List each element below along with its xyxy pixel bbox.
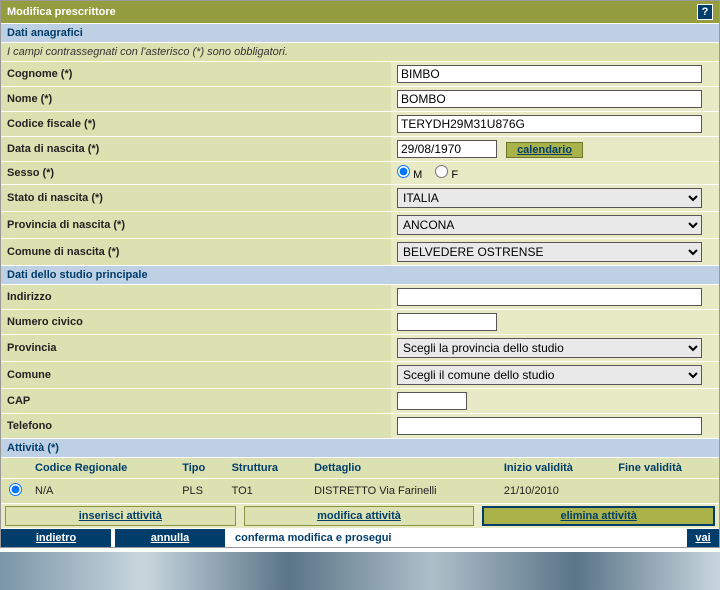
input-cognome[interactable]	[397, 65, 702, 83]
elimina-attivita-button[interactable]: elimina attività	[482, 506, 715, 526]
required-note: I campi contrassegnati con l'asterisco (…	[1, 42, 719, 61]
activity-table: Codice Regionale Tipo Struttura Dettagli…	[1, 457, 719, 503]
section-anagrafica: Dati anagrafici	[1, 23, 719, 42]
input-cap[interactable]	[397, 392, 467, 410]
modifica-attivita-button[interactable]: modifica attività	[244, 506, 475, 526]
input-nome[interactable]	[397, 90, 702, 108]
col-struttura: Struttura	[226, 458, 308, 479]
label-sesso: Sesso (*)	[1, 162, 391, 185]
select-comune[interactable]: BELVEDERE OSTRENSE	[397, 242, 702, 262]
col-dettaglio: Dettaglio	[308, 458, 498, 479]
radio-sesso-f[interactable]	[435, 165, 448, 178]
label-telefono: Telefono	[1, 414, 391, 439]
label-cf: Codice fiscale (*)	[1, 112, 391, 137]
confirm-text: conferma modifica e prosegui	[229, 529, 687, 547]
input-nascita[interactable]	[397, 140, 497, 158]
radio-sesso-m[interactable]	[397, 165, 410, 178]
select-provincia[interactable]: ANCONA	[397, 215, 702, 235]
input-cf[interactable]	[397, 115, 702, 133]
annulla-button[interactable]: annulla	[115, 529, 225, 547]
label-comune: Comune di nascita (*)	[1, 239, 391, 266]
select-comune-studio[interactable]: Scegli il comune dello studio	[397, 365, 702, 385]
label-sesso-f: F	[451, 169, 458, 181]
select-stato[interactable]: ITALIA	[397, 188, 702, 208]
cell-dettaglio: DISTRETTO Via Farinelli	[308, 479, 498, 504]
label-provincia-studio: Provincia	[1, 335, 391, 362]
label-sesso-m: M	[413, 169, 422, 181]
section-studio: Dati dello studio principale	[1, 265, 719, 284]
calendar-button[interactable]: calendario	[506, 142, 583, 158]
select-provincia-studio[interactable]: Scegli la provincia dello studio	[397, 338, 702, 358]
col-inizio: Inizio validità	[498, 458, 612, 479]
row-select-radio[interactable]	[9, 483, 22, 496]
input-telefono[interactable]	[397, 417, 702, 435]
footer-banner	[0, 552, 720, 590]
label-indirizzo: Indirizzo	[1, 285, 391, 310]
cell-inizio: 21/10/2010	[498, 479, 612, 504]
titlebar: Modifica prescrittore ?	[1, 1, 719, 23]
label-comune-studio: Comune	[1, 362, 391, 389]
label-stato: Stato di nascita (*)	[1, 185, 391, 212]
label-civico: Numero civico	[1, 310, 391, 335]
col-tipo: Tipo	[176, 458, 225, 479]
section-attivita: Attività (*)	[1, 438, 719, 457]
table-row: N/A PLS TO1 DISTRETTO Via Farinelli 21/1…	[1, 479, 719, 504]
inserisci-attivita-button[interactable]: inserisci attività	[5, 506, 236, 526]
page-title: Modifica prescrittore	[7, 6, 116, 18]
help-button[interactable]: ?	[697, 4, 713, 20]
cell-struttura: TO1	[226, 479, 308, 504]
col-codice: Codice Regionale	[29, 458, 176, 479]
col-fine: Fine validità	[612, 458, 719, 479]
label-nome: Nome (*)	[1, 87, 391, 112]
vai-button[interactable]: vai	[687, 529, 719, 547]
input-civico[interactable]	[397, 313, 497, 331]
cell-codice: N/A	[29, 479, 176, 504]
cell-fine	[612, 479, 719, 504]
cell-tipo: PLS	[176, 479, 225, 504]
indietro-button[interactable]: indietro	[1, 529, 111, 547]
label-provincia: Provincia di nascita (*)	[1, 212, 391, 239]
input-indirizzo[interactable]	[397, 288, 702, 306]
label-nascita: Data di nascita (*)	[1, 137, 391, 162]
label-cap: CAP	[1, 389, 391, 414]
label-cognome: Cognome (*)	[1, 62, 391, 87]
